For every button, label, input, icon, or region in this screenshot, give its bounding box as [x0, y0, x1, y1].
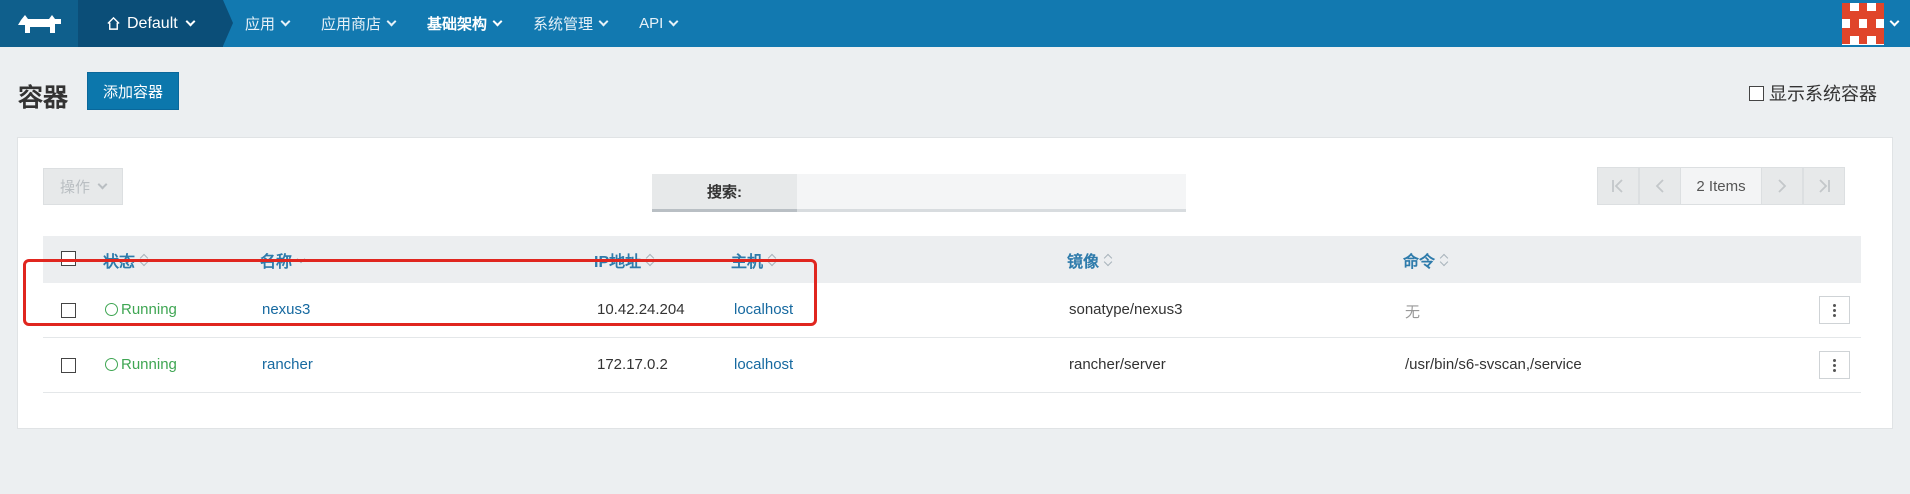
first-page-icon	[1612, 179, 1623, 193]
image-cell: rancher/server	[1069, 356, 1166, 373]
ip-cell: 10.42.24.204	[597, 301, 685, 318]
user-menu[interactable]	[1842, 0, 1900, 47]
nav-item-label: 应用商店	[321, 16, 382, 33]
sort-icon	[645, 253, 655, 267]
chevron-right-icon	[1778, 179, 1787, 193]
sort-icon	[1103, 253, 1113, 267]
host-link[interactable]: localhost	[734, 356, 793, 373]
nav-item-label: 系统管理	[533, 16, 594, 33]
avatar	[1842, 2, 1884, 45]
chevron-down-icon	[97, 179, 108, 190]
table-row: Running rancher 172.17.0.2 localhost ran…	[43, 338, 1861, 393]
state-label: Running	[121, 301, 177, 318]
table-row: Running nexus3 10.42.24.204 localhost so…	[43, 283, 1861, 338]
nav-item-infrastructure[interactable]: 基础架构	[427, 13, 503, 34]
chevron-down-icon	[598, 16, 609, 27]
item-count: 2 Items	[1681, 167, 1761, 205]
chevron-down-icon	[1889, 16, 1900, 27]
sort-icon	[767, 253, 777, 267]
chevron-down-icon	[280, 16, 291, 27]
show-system-containers-toggle[interactable]: 显示系统容器	[1749, 80, 1877, 106]
next-page-button[interactable]	[1761, 167, 1803, 205]
nav-item-label: 应用	[245, 16, 276, 33]
containers-table: 状态 名称 IP地址 主机 镜像 命令 Running nexus3 10.42…	[43, 236, 1861, 393]
row-actions-button[interactable]	[1819, 296, 1850, 324]
chevron-down-icon	[492, 16, 503, 27]
column-header-label: 主机	[731, 254, 764, 271]
nav-item-admin[interactable]: 系统管理	[533, 13, 609, 34]
prev-page-button[interactable]	[1639, 167, 1681, 205]
nav-item-catalog[interactable]: 应用商店	[321, 13, 397, 34]
nav-item-apps[interactable]: 应用	[245, 13, 291, 34]
chevron-down-icon	[668, 16, 679, 27]
row-checkbox[interactable]	[61, 303, 76, 318]
rancher-logo[interactable]	[0, 0, 78, 47]
column-header-label: 状态	[103, 254, 136, 271]
state-cell: Running	[105, 356, 177, 373]
home-icon	[107, 16, 120, 30]
ip-cell: 172.17.0.2	[597, 356, 668, 373]
state-cell: Running	[105, 301, 177, 318]
column-header-image[interactable]: 镜像	[1067, 248, 1113, 272]
select-all-checkbox[interactable]	[61, 251, 76, 266]
sort-icon	[139, 253, 149, 267]
last-page-button[interactable]	[1803, 167, 1845, 205]
chevron-down-icon	[386, 16, 397, 27]
top-navbar: Default 应用 应用商店 基础架构 系统管理 API	[0, 0, 1910, 47]
search-label: 搜索:	[652, 174, 797, 212]
bulk-actions-label: 操作	[59, 179, 90, 196]
column-header-ip[interactable]: IP地址	[594, 248, 655, 272]
column-header-label: 镜像	[1067, 254, 1100, 271]
environment-switcher[interactable]: Default	[78, 0, 233, 47]
column-header-label: IP地址	[594, 254, 642, 271]
row-checkbox[interactable]	[61, 358, 76, 373]
column-header-command[interactable]: 命令	[1403, 248, 1449, 272]
running-icon	[105, 303, 118, 316]
search-box: 搜索:	[652, 174, 1186, 212]
table-header: 状态 名称 IP地址 主机 镜像 命令	[43, 236, 1861, 283]
environment-label: Default	[127, 14, 178, 32]
cattle-icon	[18, 14, 61, 33]
command-cell: /usr/bin/s6-svscan,/service	[1405, 356, 1582, 373]
main-nav: 应用 应用商店 基础架构 系统管理 API	[245, 0, 709, 47]
command-cell: 无	[1405, 304, 1421, 321]
host-link[interactable]: localhost	[734, 301, 793, 318]
first-page-button[interactable]	[1597, 167, 1639, 205]
column-header-label: 名称	[260, 254, 293, 271]
image-cell: sonatype/nexus3	[1069, 301, 1183, 318]
column-header-host[interactable]: 主机	[731, 248, 777, 272]
pagination: 2 Items	[1597, 167, 1845, 205]
column-header-state[interactable]: 状态	[103, 248, 149, 272]
search-input[interactable]	[797, 174, 1186, 212]
show-system-checkbox[interactable]	[1749, 85, 1764, 101]
container-name-link[interactable]: rancher	[262, 356, 313, 373]
nav-item-api[interactable]: API	[639, 15, 679, 32]
show-system-label: 显示系统容器	[1769, 84, 1877, 104]
chevron-down-icon	[185, 16, 196, 27]
containers-panel: 操作 搜索: 2 Items 状态 名称 IP地址 主机 镜像 命令 Runni…	[17, 137, 1893, 429]
row-actions-button[interactable]	[1819, 351, 1850, 379]
last-page-icon	[1819, 179, 1830, 193]
column-header-label: 命令	[1403, 254, 1436, 271]
sort-icon	[1439, 253, 1449, 267]
state-label: Running	[121, 356, 177, 373]
sort-icon	[296, 254, 306, 264]
container-name-link[interactable]: nexus3	[262, 301, 310, 318]
add-container-button[interactable]: 添加容器	[87, 72, 179, 110]
nav-item-label: API	[639, 15, 664, 32]
chevron-left-icon	[1655, 179, 1664, 193]
page-title: 容器	[18, 84, 69, 112]
bulk-actions-button[interactable]: 操作	[43, 168, 123, 205]
running-icon	[105, 358, 118, 371]
nav-item-label: 基础架构	[427, 16, 488, 33]
column-header-name[interactable]: 名称	[260, 248, 306, 272]
